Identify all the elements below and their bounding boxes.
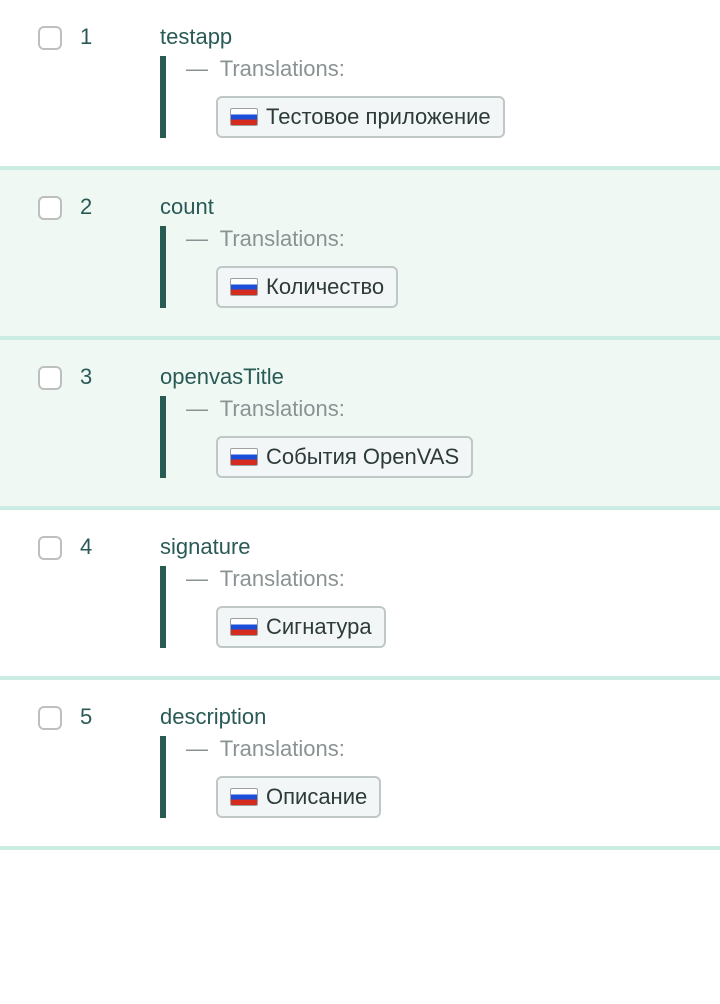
- flag-ru-icon: [230, 278, 258, 296]
- translations-word: Translations:: [220, 566, 345, 591]
- row-number: 4: [80, 534, 160, 560]
- translations-label: — Translations:: [186, 226, 700, 252]
- translations-dash: —: [186, 396, 208, 421]
- flag-ru-icon: [230, 618, 258, 636]
- translations-label: — Translations:: [186, 566, 700, 592]
- translation-key[interactable]: description: [160, 704, 700, 730]
- translation-chip-row: Сигнатура: [216, 606, 700, 648]
- row-number: 1: [80, 24, 160, 50]
- translations-block: — Translations: Описание: [160, 736, 700, 818]
- flag-ru-icon: [230, 448, 258, 466]
- row-content: testapp — Translations: Тестовое приложени…: [160, 24, 700, 138]
- table-row: 1testapp — Translations: Тестовое приложен…: [0, 0, 720, 170]
- translation-chip-ru[interactable]: События OpenVAS: [216, 436, 473, 478]
- translations-dash: —: [186, 56, 208, 81]
- translation-chip-ru[interactable]: Сигнатура: [216, 606, 386, 648]
- row-checkbox[interactable]: [38, 366, 62, 390]
- checkbox-cell: [20, 364, 80, 390]
- translation-text: События OpenVAS: [266, 444, 459, 470]
- flag-ru-icon: [230, 788, 258, 806]
- translation-text: Описание: [266, 784, 367, 810]
- row-content: count — Translations: Количество: [160, 194, 700, 308]
- translations-word: Translations:: [220, 736, 345, 761]
- row-number: 5: [80, 704, 160, 730]
- translations-dash: —: [186, 226, 208, 251]
- translation-key[interactable]: testapp: [160, 24, 700, 50]
- translation-key[interactable]: count: [160, 194, 700, 220]
- row-checkbox[interactable]: [38, 706, 62, 730]
- table-row: 2count — Translations: Количество: [0, 170, 720, 340]
- table-row: 5description — Translations: Описание: [0, 680, 720, 850]
- translations-dash: —: [186, 566, 208, 591]
- translations-block: — Translations: Сигнатура: [160, 566, 700, 648]
- translation-chip-ru[interactable]: Тестовое приложение: [216, 96, 505, 138]
- row-content: description — Translations: Описание: [160, 704, 700, 818]
- translations-word: Translations:: [220, 56, 345, 81]
- translation-chip-ru[interactable]: Количество: [216, 266, 398, 308]
- translation-chip-row: События OpenVAS: [216, 436, 700, 478]
- row-checkbox[interactable]: [38, 536, 62, 560]
- translations-label: — Translations:: [186, 396, 700, 422]
- checkbox-cell: [20, 704, 80, 730]
- checkbox-cell: [20, 194, 80, 220]
- translation-text: Сигнатура: [266, 614, 372, 640]
- translation-list: 1testapp — Translations: Тестовое приложен…: [0, 0, 720, 850]
- translation-text: Тестовое приложение: [266, 104, 491, 130]
- checkbox-cell: [20, 24, 80, 50]
- translation-chip-ru[interactable]: Описание: [216, 776, 381, 818]
- translation-key[interactable]: signature: [160, 534, 700, 560]
- translations-word: Translations:: [220, 396, 345, 421]
- checkbox-cell: [20, 534, 80, 560]
- translations-block: — Translations: События OpenVAS: [160, 396, 700, 478]
- translation-key[interactable]: openvasTitle: [160, 364, 700, 390]
- translation-chip-row: Описание: [216, 776, 700, 818]
- translation-text: Количество: [266, 274, 384, 300]
- table-row: 4signature — Translations: Сигнатура: [0, 510, 720, 680]
- translations-word: Translations:: [220, 226, 345, 251]
- translations-block: — Translations: Тестовое приложение: [160, 56, 700, 138]
- translations-block: — Translations: Количество: [160, 226, 700, 308]
- table-row: 3openvasTitle — Translations: События Open…: [0, 340, 720, 510]
- row-content: signature — Translations: Сигнатура: [160, 534, 700, 648]
- row-checkbox[interactable]: [38, 196, 62, 220]
- translation-chip-row: Количество: [216, 266, 700, 308]
- translation-chip-row: Тестовое приложение: [216, 96, 700, 138]
- translations-label: — Translations:: [186, 56, 700, 82]
- translations-label: — Translations:: [186, 736, 700, 762]
- flag-ru-icon: [230, 108, 258, 126]
- row-number: 2: [80, 194, 160, 220]
- row-content: openvasTitle — Translations: События OpenV…: [160, 364, 700, 478]
- translations-dash: —: [186, 736, 208, 761]
- row-checkbox[interactable]: [38, 26, 62, 50]
- row-number: 3: [80, 364, 160, 390]
